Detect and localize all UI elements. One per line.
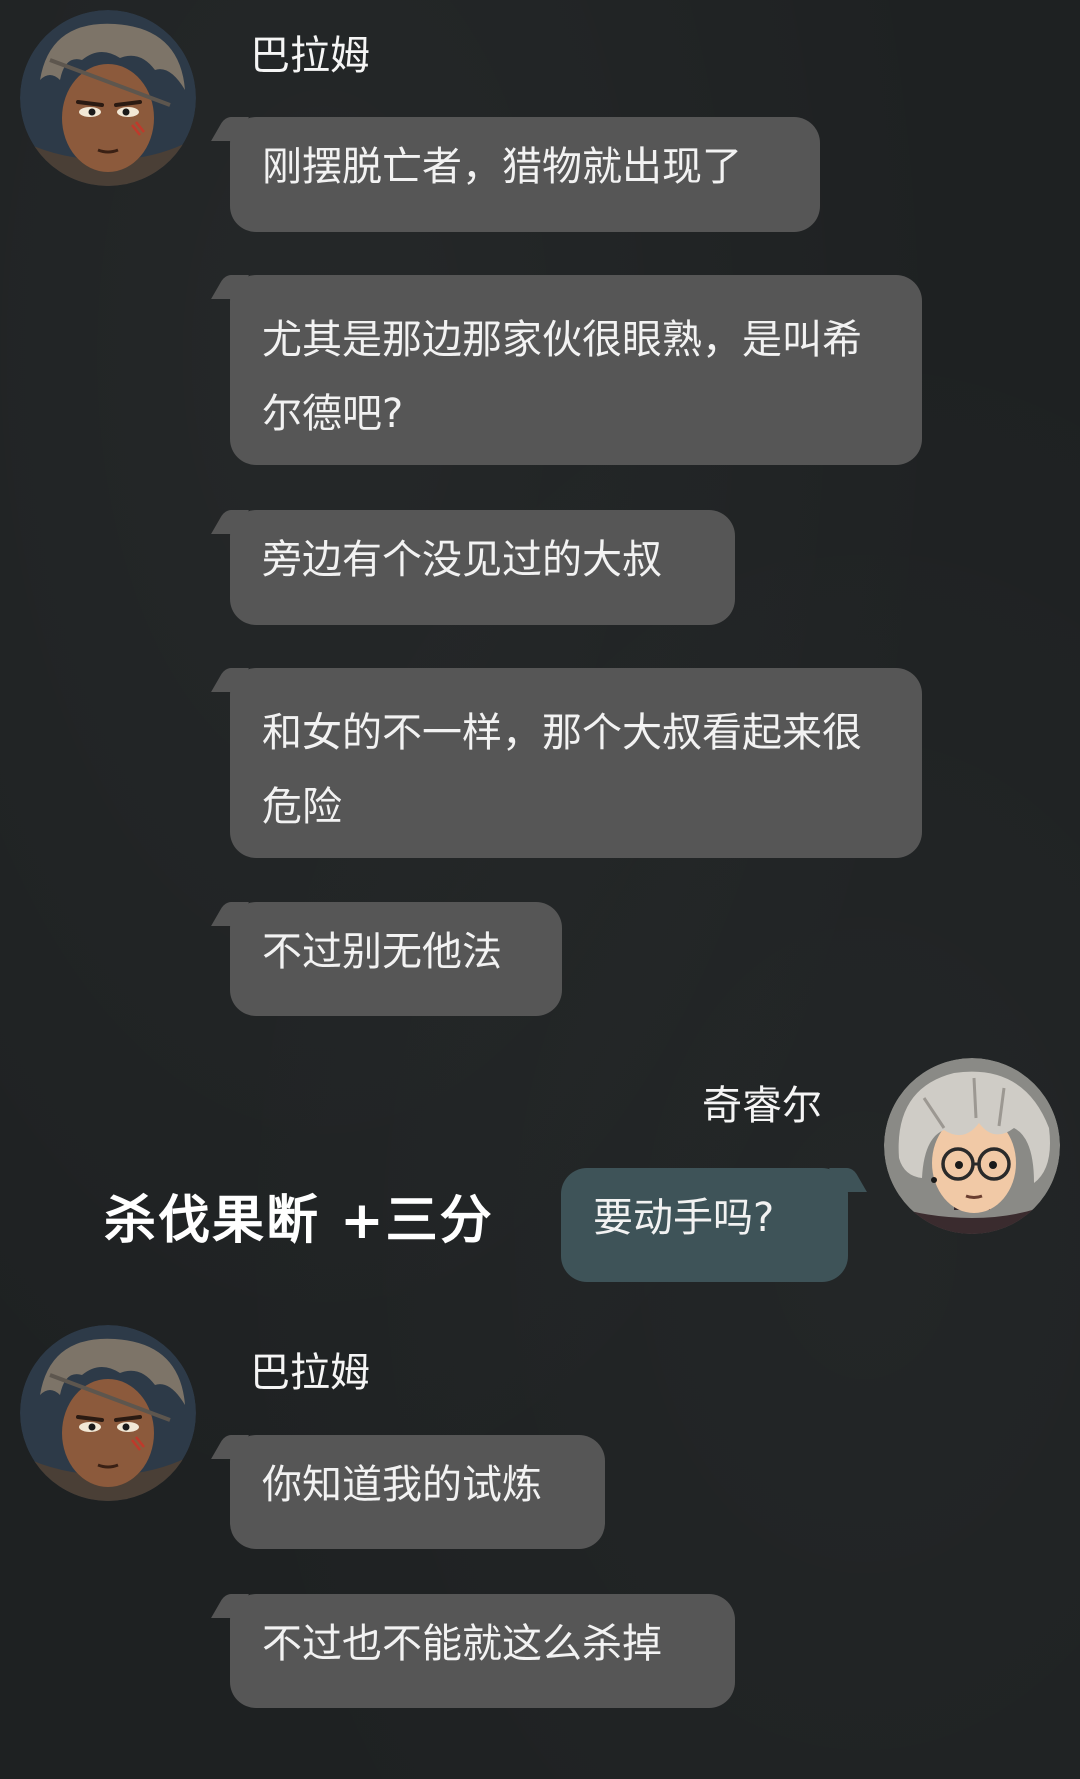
avatar-player[interactable]	[884, 1058, 1060, 1234]
sender-name-balam: 巴拉姆	[250, 1350, 370, 1396]
message-bubble[interactable]: 你知道我的试炼	[230, 1435, 605, 1549]
message-text: 尤其是那边那家伙很眼熟，是叫希尔德吧?	[262, 317, 862, 437]
sender-name-player: 奇睿尔	[702, 1083, 822, 1129]
message-bubble[interactable]: 刚摆脱亡者，猎物就出现了	[230, 117, 820, 232]
message-text: 旁边有个没见过的大叔	[262, 537, 662, 583]
message-text: 你知道我的试炼	[262, 1462, 542, 1508]
reward-banner: 杀伐果断 +三分	[104, 1191, 494, 1251]
avatar-balam[interactable]	[20, 1325, 196, 1501]
message-bubble[interactable]: 和女的不一样，那个大叔看起来很危险	[230, 668, 922, 858]
message-bubble[interactable]: 不过也不能就这么杀掉	[230, 1594, 735, 1708]
message-text: 不过也不能就这么杀掉	[262, 1621, 662, 1667]
message-text: 和女的不一样，那个大叔看起来很危险	[262, 710, 862, 830]
message-bubble[interactable]: 不过别无他法	[230, 902, 562, 1016]
avatar-balam[interactable]	[20, 10, 196, 186]
chat-transcript: 巴拉姆 刚摆脱亡者，猎物就出现了 尤其是那边那家伙很眼熟，是叫希尔德吧? 旁边有…	[0, 0, 1080, 1779]
message-text: 要动手吗?	[593, 1195, 775, 1241]
message-bubble-outgoing[interactable]: 要动手吗?	[561, 1168, 848, 1282]
message-bubble[interactable]: 旁边有个没见过的大叔	[230, 510, 735, 625]
message-text: 刚摆脱亡者，猎物就出现了	[262, 144, 742, 190]
message-bubble[interactable]: 尤其是那边那家伙很眼熟，是叫希尔德吧?	[230, 275, 922, 465]
message-text: 不过别无他法	[262, 929, 502, 975]
sender-name-balam: 巴拉姆	[250, 33, 370, 79]
